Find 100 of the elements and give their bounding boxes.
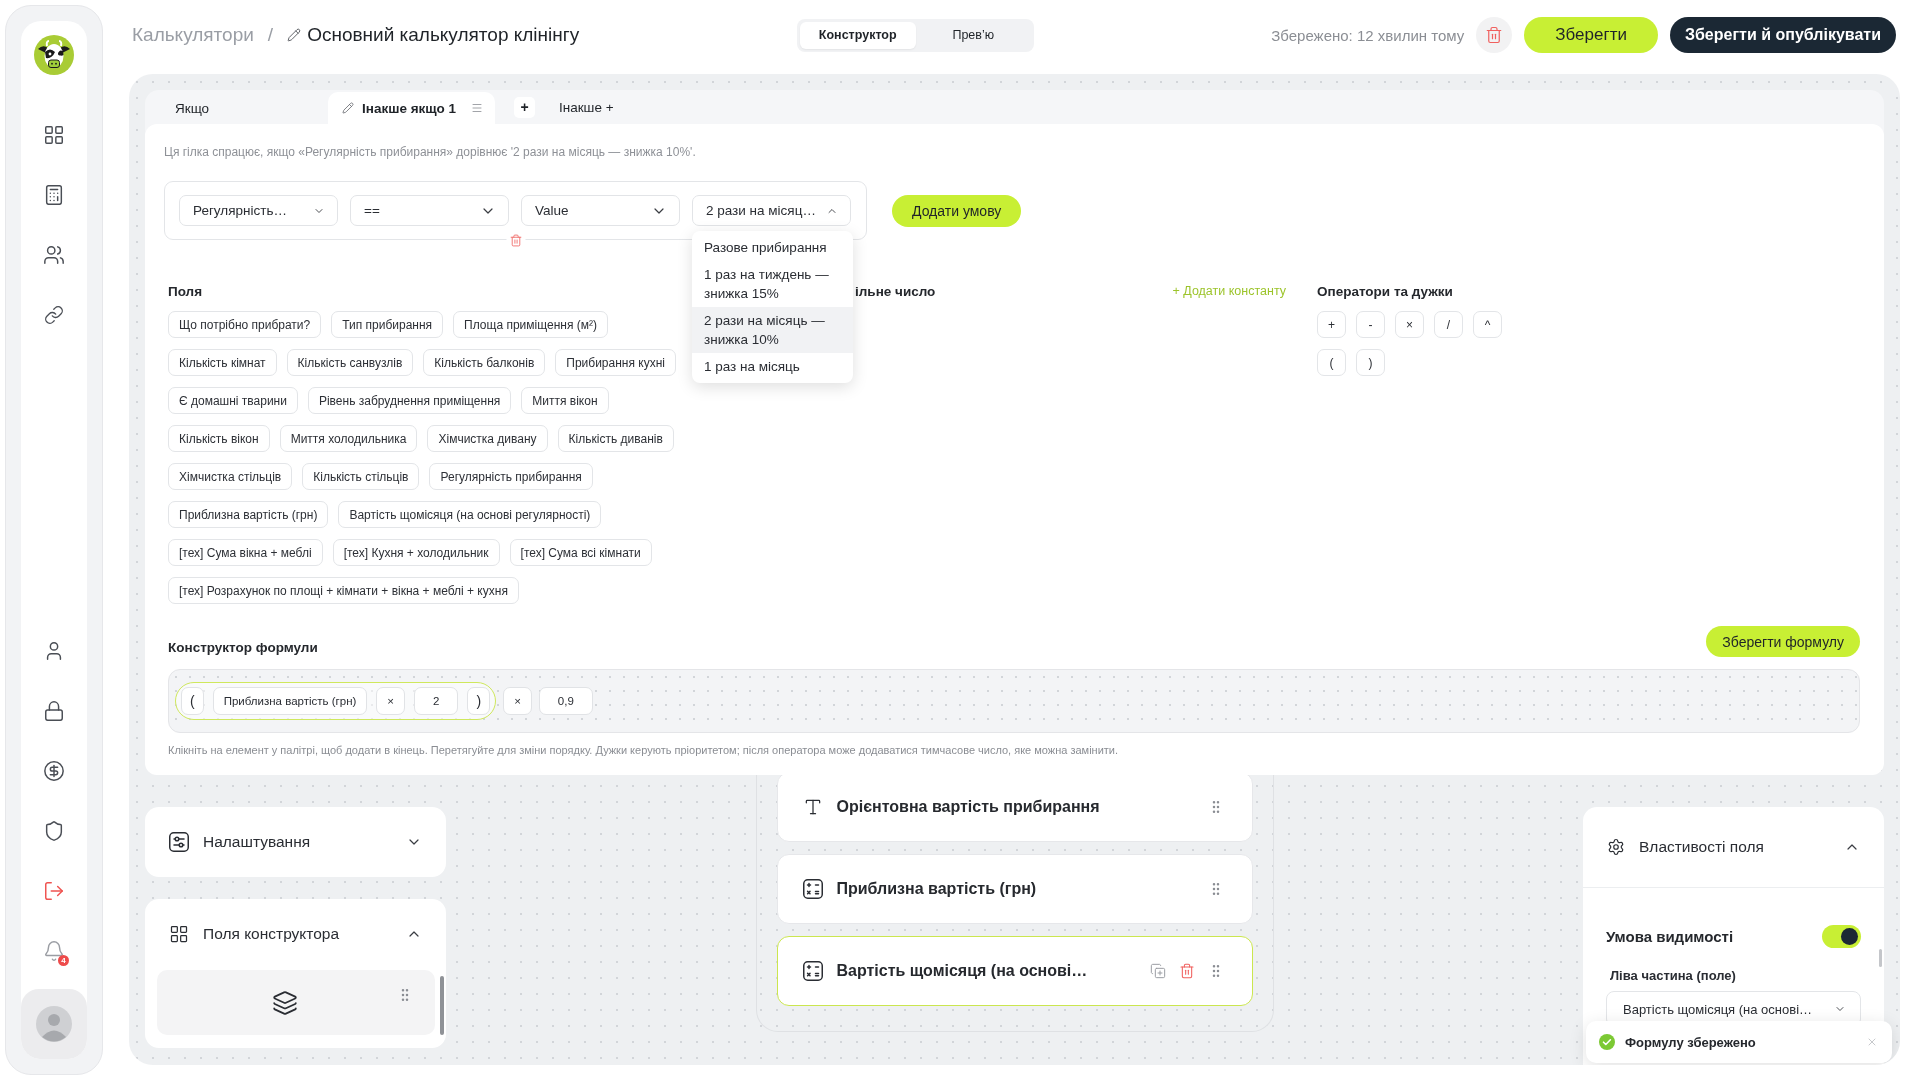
toggle-switch[interactable] [1822, 925, 1861, 948]
logout-icon[interactable] [43, 880, 65, 902]
link-icon[interactable] [44, 305, 64, 325]
field-chip[interactable]: [тех] Сума вікна + меблі [168, 539, 323, 566]
pencil-icon [342, 102, 354, 114]
operator-chip[interactable]: ) [1356, 349, 1385, 376]
field-chip[interactable]: Площа приміщення (м²) [453, 311, 608, 338]
scrollbar[interactable] [1879, 949, 1882, 967]
field-chip[interactable]: Вартість щомісяця (на основі регулярності) [338, 501, 602, 528]
add-condition-button[interactable]: Додати умову [892, 194, 1022, 227]
field-chip[interactable]: Миття вікон [521, 387, 609, 414]
number-token[interactable]: 2 [414, 687, 459, 715]
number-token[interactable]: 0,9 [538, 687, 593, 715]
dropdown-option[interactable]: Разове прибирання [692, 234, 853, 261]
field-chip[interactable]: Хімчистка стільців [168, 463, 293, 490]
field-tile[interactable] [157, 970, 435, 1035]
save-button[interactable]: Зберегти [1524, 17, 1658, 53]
field-card-title: Приблизна вартість (грн) [836, 880, 1037, 898]
field-chip[interactable]: Прибирання кухні [555, 349, 676, 376]
field-chip[interactable]: Приблизна вартість (грн) [168, 501, 329, 528]
field-chip[interactable]: Кількість балконів [423, 349, 546, 376]
publish-button[interactable]: Зберегти й опублікувати [1669, 17, 1896, 53]
delete-button[interactable] [1476, 17, 1513, 53]
field-token[interactable]: Приблизна вартість (грн) [212, 687, 368, 715]
field-chip[interactable]: [тех] Розрахунок по площі + кімнати + вікна + меблі + кухня [168, 577, 519, 604]
section-heading: Конструктор формули [168, 639, 318, 657]
avatar-icon [36, 1006, 72, 1042]
operator-token[interactable]: × [376, 687, 406, 715]
scrollbar[interactable] [440, 976, 444, 1035]
condition-select[interactable]: == [350, 195, 509, 226]
branch-hint: Ця гілка спрацює, якщо «Регулярність прибирання» дорівнює '2 рази на місяць — знижка 10%'. [164, 144, 697, 160]
condition-select[interactable]: 2 рази на місяц… [692, 195, 851, 226]
field-chip[interactable]: Кількість стільців [302, 463, 420, 490]
operator-chip[interactable]: - [1356, 311, 1385, 338]
operator-chip[interactable]: ^ [1473, 311, 1502, 338]
branch-tab[interactable]: Інакше якщо 1 [328, 92, 495, 124]
pencil-icon[interactable] [287, 28, 302, 42]
paren-token[interactable]: ( [181, 687, 204, 715]
save-status: Збережено: 12 хвилин тому [1271, 26, 1465, 44]
panel-title: Властивості поля [1639, 838, 1765, 856]
grid-icon [169, 924, 189, 944]
avatar-button[interactable] [21, 989, 87, 1059]
operator-chip[interactable]: × [1395, 311, 1424, 338]
grid-icon[interactable] [43, 124, 65, 146]
field-chip[interactable]: Кількість санвузлів [286, 349, 414, 376]
copy-icon[interactable] [1149, 963, 1166, 979]
field-card-title: Орієнтовна вартість прибирання [836, 798, 1100, 816]
operator-chip[interactable]: / [1434, 311, 1463, 338]
section-heading: Поля [168, 283, 203, 299]
panel-title: Налаштування [203, 833, 312, 851]
field-card[interactable]: Вартість щомісяця (на основі… [776, 936, 1253, 1006]
dropdown-option[interactable]: 1 раз на тиждень — знижка 15% [692, 261, 853, 307]
dropdown-option[interactable]: 1 раз на місяць [692, 353, 853, 380]
condition-select[interactable]: Value [521, 195, 680, 226]
field-chip[interactable]: Хімчистка дивану [427, 425, 548, 452]
check-circle-icon [1599, 1034, 1615, 1050]
branch-tab[interactable]: Якщо [145, 92, 328, 124]
layers-icon [272, 989, 298, 1016]
field-chip[interactable]: Є домашні тварини [168, 387, 298, 414]
operator-token[interactable]: × [503, 687, 532, 715]
condition-select[interactable]: Регулярність… [179, 195, 338, 226]
calculator-icon[interactable] [43, 184, 65, 206]
dropdown-option[interactable]: 2 рази на місяць — знижка 10% [692, 307, 853, 353]
operator-chip[interactable]: ( [1317, 349, 1346, 376]
field-chip[interactable]: Що потрібно прибрати? [168, 311, 322, 338]
field-card[interactable]: Приблизна вартість (грн) [776, 854, 1253, 924]
toggle-label: Умова видимості [1606, 928, 1734, 945]
field-label: Ліва частина (поле) [1610, 968, 1737, 983]
field-chip[interactable]: Кількість диванів [557, 425, 674, 452]
field-chip[interactable]: Рівень забруднення приміщення [307, 387, 512, 414]
field-chip[interactable]: Регулярність прибирання [429, 463, 593, 490]
calculator-icon [802, 879, 823, 899]
cow-logo [34, 35, 74, 75]
field-chip[interactable]: [тех] Сума всі кімнати [509, 539, 652, 566]
field-chip[interactable]: Кількість вікон [168, 425, 270, 452]
page-title: Основний калькулятор клінінгу [307, 24, 580, 46]
field-chip[interactable]: Кількість кімнат [168, 349, 277, 376]
calculator-icon [802, 961, 823, 981]
shield-icon[interactable] [43, 820, 65, 842]
section-heading: Оператори та дужки [1317, 283, 1453, 299]
operator-chip[interactable]: + [1317, 311, 1346, 338]
dollar-icon[interactable] [43, 760, 65, 782]
field-chip[interactable]: Тип прибирання [331, 311, 444, 338]
save-formula-button[interactable]: Зберегти формулу [1706, 626, 1860, 657]
else-tab[interactable]: Інакше + [555, 99, 618, 115]
paren-token[interactable]: ) [467, 687, 491, 715]
add-branch-button[interactable]: + [514, 96, 535, 118]
bell-icon[interactable] [43, 940, 65, 962]
field-chip[interactable]: [тех] Кухня + холодильник [332, 539, 500, 566]
formula-group[interactable]: ( Приблизна вартість (грн) × 2 ) [175, 682, 497, 720]
formula-help: Клікніть на елемент у палітрі, щоб додати в кінець. Перетягуйте для зміни порядку. Дужки керують пріоритетом; після оператора може додаватися тимчасове число, яке можна замінити. [168, 743, 1120, 757]
lock-icon[interactable] [43, 700, 65, 722]
mode-tab[interactable]: Прев’ю [915, 21, 1031, 49]
field-card[interactable]: Орієнтовна вартість прибирання [776, 775, 1253, 842]
users-icon[interactable] [43, 244, 65, 266]
field-chip[interactable]: Миття холодильника [279, 425, 418, 452]
menu-icon[interactable] [471, 102, 483, 114]
mode-tab[interactable]: Конструктор [800, 21, 916, 49]
trash-icon[interactable] [1178, 963, 1195, 979]
toast-message: Формулу збережено [1625, 1034, 1756, 1050]
